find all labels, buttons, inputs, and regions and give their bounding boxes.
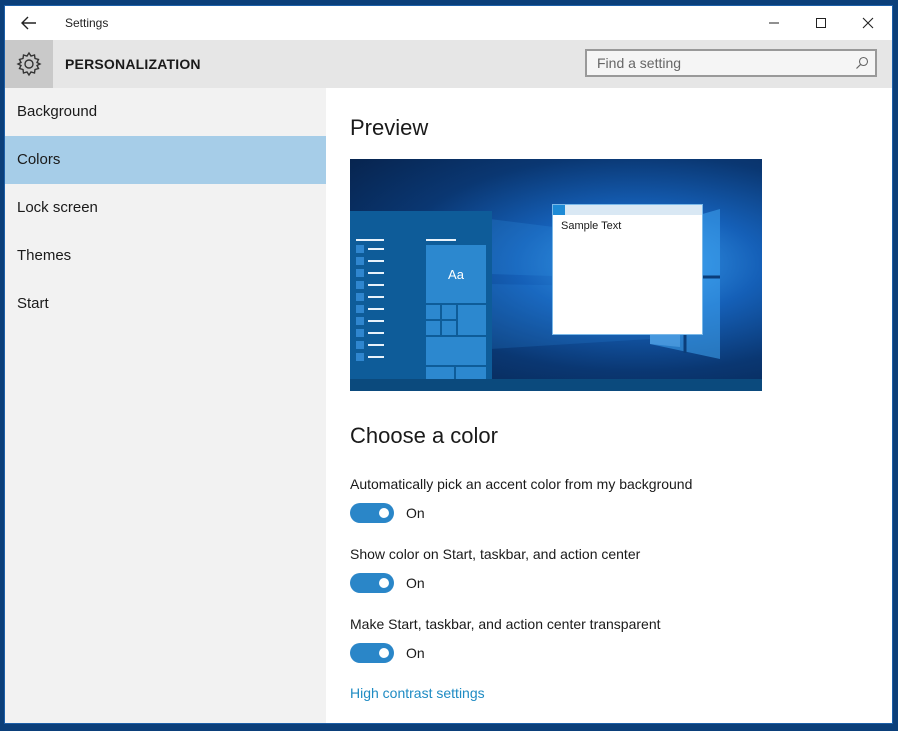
sidebar-item-colors[interactable]: Colors	[5, 136, 326, 184]
sidebar-item-background[interactable]: Background	[5, 88, 326, 136]
close-icon	[862, 17, 874, 29]
preview-list-line	[368, 356, 384, 358]
close-button[interactable]	[845, 6, 891, 40]
auto-accent-toggle[interactable]	[350, 503, 394, 523]
preview-window-titlebar	[553, 205, 702, 215]
preview-start-menu: Aa	[350, 211, 492, 379]
app-title: Settings	[65, 16, 109, 30]
toggle-knob	[379, 508, 389, 518]
auto-accent-state: On	[406, 505, 425, 521]
preview-list-line	[368, 344, 384, 346]
high-contrast-link[interactable]: High contrast settings	[350, 685, 485, 701]
minimize-icon	[769, 22, 779, 24]
preview-list-square	[356, 329, 364, 337]
sidebar-item-label: Start	[17, 295, 49, 312]
preview-list-line	[426, 239, 456, 241]
preview-tile	[426, 367, 454, 379]
main-content: Preview Aa Sample Text Choose a color Au…	[326, 88, 892, 723]
show-color-toggle[interactable]	[350, 573, 394, 593]
sidebar-item-start[interactable]: Start	[5, 280, 326, 328]
preview-list-line	[368, 308, 384, 310]
preview-window-accent	[553, 205, 565, 215]
preview-tile	[426, 321, 440, 335]
toggle-knob	[379, 578, 389, 588]
toggle-knob	[379, 648, 389, 658]
preview-list-square	[356, 269, 364, 277]
title-bar: Settings	[5, 6, 892, 40]
maximize-button[interactable]	[798, 6, 844, 40]
preview-heading: Preview	[350, 115, 429, 140]
preview-tile	[442, 305, 456, 319]
show-color-state: On	[406, 575, 425, 591]
search-icon[interactable]	[855, 56, 869, 70]
preview-list-square	[356, 245, 364, 253]
show-color-label: Show color on Start, taskbar, and action…	[350, 546, 641, 562]
preview-tile	[456, 367, 486, 379]
sidebar-item-lock-screen[interactable]: Lock screen	[5, 184, 326, 232]
preview-sample-text: Sample Text	[561, 220, 622, 232]
search-box[interactable]	[585, 49, 877, 77]
maximize-icon	[816, 18, 826, 28]
personalization-icon-box	[5, 40, 53, 88]
sidebar-item-label: Colors	[17, 151, 61, 168]
transparency-state: On	[406, 645, 425, 661]
preview-list-line	[368, 284, 384, 286]
choose-color-heading: Choose a color	[350, 423, 498, 448]
sidebar-item-label: Lock screen	[17, 199, 98, 216]
transparency-label: Make Start, taskbar, and action center t…	[350, 616, 661, 632]
preview-list-square	[356, 281, 364, 289]
preview-list-square	[356, 353, 364, 361]
preview-list-square	[356, 257, 364, 265]
sidebar-item-label: Themes	[17, 247, 72, 264]
sidebar-item-themes[interactable]: Themes	[5, 232, 326, 280]
preview-tile	[426, 305, 440, 319]
preview-list-line	[356, 239, 384, 241]
minimize-button[interactable]	[751, 6, 797, 40]
preview-sample-window: Sample Text	[552, 204, 703, 335]
search-input[interactable]	[587, 51, 847, 75]
preview-tile	[458, 305, 486, 335]
preview-tile	[426, 337, 486, 365]
preview-list-square	[356, 293, 364, 301]
gear-icon	[16, 51, 42, 77]
preview-list-line	[368, 272, 384, 274]
preview-tile	[442, 321, 456, 335]
back-button[interactable]	[5, 6, 53, 40]
page-header: PERSONALIZATION	[5, 40, 892, 88]
preview-list-square	[356, 305, 364, 313]
preview-list-square	[356, 317, 364, 325]
settings-window: Settings PERSONALIZATION Find a setting …	[5, 6, 892, 723]
sidebar: Background Colors Lock screen Themes Sta…	[5, 88, 326, 723]
preview-list-line	[368, 248, 384, 250]
color-preview: Aa Sample Text	[350, 159, 762, 391]
page-title: PERSONALIZATION	[65, 56, 201, 72]
transparency-toggle[interactable]	[350, 643, 394, 663]
preview-tile-large: Aa	[426, 245, 486, 303]
back-arrow-icon	[21, 16, 36, 30]
preview-list-line	[368, 320, 384, 322]
preview-taskbar	[350, 379, 762, 391]
preview-list-square	[356, 341, 364, 349]
preview-list-line	[368, 260, 384, 262]
auto-accent-label: Automatically pick an accent color from …	[350, 476, 693, 492]
sidebar-item-label: Background	[17, 103, 98, 120]
preview-list-line	[368, 332, 384, 334]
preview-list-line	[368, 296, 384, 298]
preview-tile-text: Aa	[448, 266, 464, 282]
